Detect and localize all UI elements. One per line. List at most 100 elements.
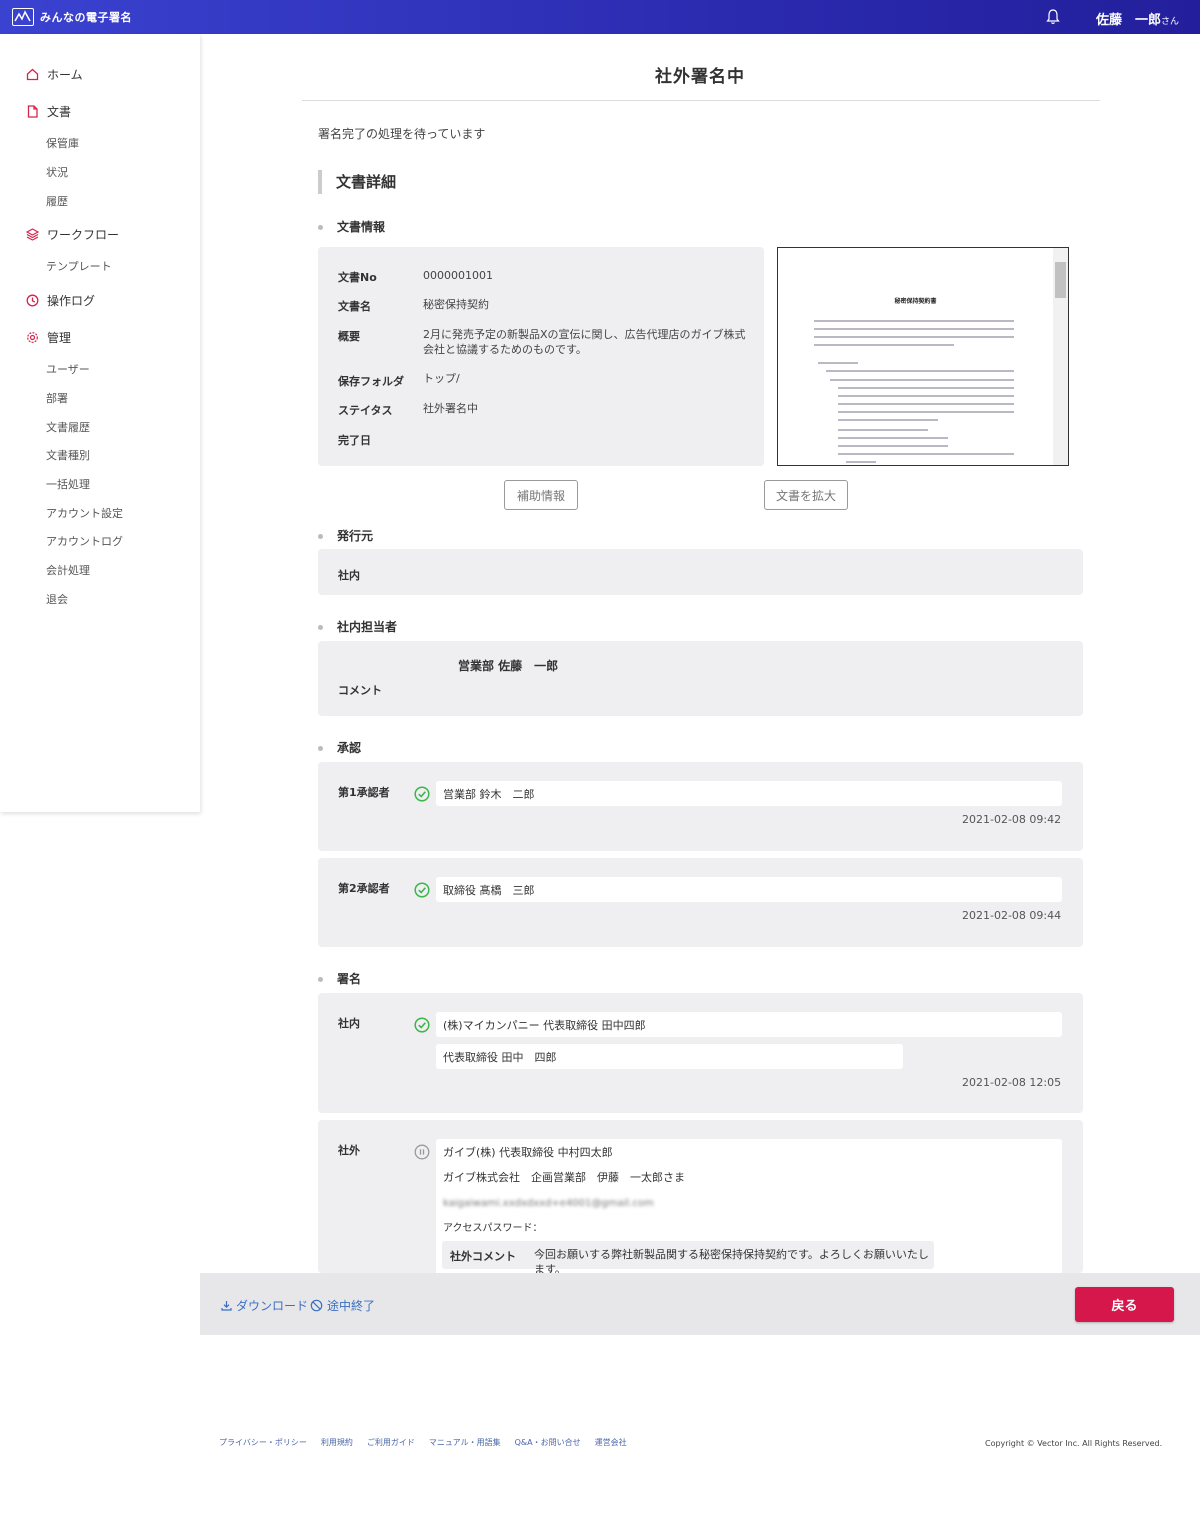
- preview-text-line: [818, 362, 858, 364]
- sidebar-item-users[interactable]: ユーザー: [46, 361, 90, 377]
- external-comment-label: 社外コメント: [450, 1250, 516, 1263]
- zoom-document-button[interactable]: 文書を拡大: [764, 480, 848, 510]
- doc-name-label: 文書名: [338, 300, 371, 313]
- footer-link-company[interactable]: 運営会社: [595, 1437, 627, 1448]
- approval-timestamp: 2021-02-08 09:42: [962, 813, 1062, 826]
- issuer-value: 社内: [338, 569, 360, 582]
- internal-owner-panel: 営業部 佐藤 一郎 コメント: [318, 641, 1083, 716]
- folder-label: 保存フォルダ: [338, 375, 404, 388]
- sidebar-item-status[interactable]: 状況: [46, 164, 68, 180]
- back-button[interactable]: 戻る: [1075, 1287, 1174, 1322]
- bell-icon[interactable]: [1046, 9, 1060, 25]
- access-password-label: アクセスパスワード：: [443, 1223, 543, 1234]
- sidebar-item-bulk[interactable]: 一括処理: [46, 476, 90, 492]
- document-preview[interactable]: 秘密保持契約書: [777, 247, 1069, 466]
- completed-label: 完了日: [338, 434, 371, 447]
- doc-no-label: 文書No: [338, 271, 377, 284]
- issuer-panel: 社内: [318, 549, 1083, 595]
- preview-scrollbar[interactable]: [1053, 248, 1068, 465]
- preview-text-line: [830, 379, 1014, 381]
- sidebar-item-history[interactable]: 履歴: [46, 193, 68, 209]
- external-contact: ガイブ株式会社 企画営業部 伊藤 一太郎さま: [443, 1171, 685, 1184]
- summary-label: 概要: [338, 330, 360, 343]
- page-title: 社外署名中: [655, 67, 745, 87]
- footer-link-faq[interactable]: Q&A・お問い合せ: [515, 1437, 581, 1448]
- issuer-heading: 発行元: [318, 527, 373, 544]
- pause-circle-icon: [414, 1144, 430, 1160]
- folder-value: トップ/: [423, 372, 460, 385]
- scrollbar-thumb[interactable]: [1055, 262, 1066, 298]
- sidebar-item-withdraw[interactable]: 退会: [46, 591, 68, 607]
- sidebar-item-departments[interactable]: 部署: [46, 390, 68, 406]
- sidebar-item-vault[interactable]: 保管庫: [46, 135, 79, 151]
- approver-name-field: 営業部 鈴木 二郎: [436, 781, 1062, 806]
- sidebar-item-workflow[interactable]: ワークフロー: [26, 226, 119, 243]
- preview-text-line: [838, 429, 928, 431]
- top-bar: みんなの電子署名 佐藤 一郎さん: [0, 0, 1200, 34]
- sidebar-item-doc-types[interactable]: 文書種別: [46, 447, 90, 463]
- approver-label: 第2承認者: [338, 882, 390, 895]
- sidebar-item-account-settings[interactable]: アカウント設定: [46, 505, 123, 521]
- check-circle-icon: [414, 882, 430, 898]
- preview-text-line: [838, 437, 948, 439]
- preview-text-line: [846, 461, 876, 463]
- check-circle-icon: [414, 1017, 430, 1033]
- sidebar-item-label: ホーム: [47, 68, 83, 82]
- preview-text-line: [838, 395, 1014, 397]
- preview-text-line: [838, 403, 1014, 405]
- doc-info-panel: 文書No 0000001001 文書名 秘密保持契約 概要 2月に発売予定の新製…: [318, 247, 764, 466]
- sidebar-item-account-log[interactable]: アカウントログ: [46, 533, 123, 549]
- approval-heading: 承認: [318, 739, 361, 756]
- status-message: 署名完了の処理を待っています: [318, 127, 486, 141]
- sidebar-item-admin[interactable]: 管理: [26, 329, 71, 346]
- sidebar-item-home[interactable]: ホーム: [26, 66, 83, 83]
- approval-timestamp: 2021-02-08 09:44: [962, 909, 1062, 922]
- external-company: ガイブ(株) 代表取締役 中村四太郎: [443, 1146, 613, 1159]
- preview-text-line: [838, 419, 938, 421]
- footer-link-guide[interactable]: ご利用ガイド: [367, 1437, 415, 1448]
- gear-icon: [26, 331, 39, 344]
- preview-text-line: [838, 453, 1014, 455]
- sidebar-item-label: 管理: [47, 331, 72, 345]
- sidebar-item-template[interactable]: テンプレート: [46, 258, 112, 274]
- internal-signer-field: 代表取締役 田中 四郎: [436, 1044, 903, 1069]
- status-label: ステイタス: [338, 404, 393, 417]
- sidebar-item-label: 文書: [47, 105, 72, 119]
- comment-label: コメント: [338, 684, 382, 697]
- sidebar-item-oplog[interactable]: 操作ログ: [26, 292, 95, 309]
- preview-text-line: [814, 328, 1014, 330]
- sidebar-item-label: 操作ログ: [47, 294, 96, 308]
- doc-no-value: 0000001001: [423, 269, 493, 282]
- footer-link-terms[interactable]: 利用規約: [321, 1437, 353, 1448]
- abort-link[interactable]: 途中終了: [310, 1297, 375, 1314]
- layers-icon: [26, 228, 39, 241]
- external-signature-label: 社外: [338, 1144, 360, 1157]
- signature-heading: 署名: [318, 970, 361, 987]
- preview-text-line: [814, 344, 954, 346]
- aux-info-button[interactable]: 補助情報: [504, 480, 578, 510]
- internal-company-field: (株)マイカンパニー 代表取締役 田中四郎: [436, 1012, 1062, 1037]
- sidebar-item-documents[interactable]: 文書: [26, 103, 71, 120]
- download-link[interactable]: ダウンロード: [221, 1297, 308, 1314]
- summary-value: 2月に発売予定の新製品Xの宣伝に関し、広告代理店のガイブ株式会社と協議するための…: [423, 328, 746, 356]
- sidebar-item-accounting[interactable]: 会計処理: [46, 562, 90, 578]
- sidebar-item-doc-history[interactable]: 文書履歴: [46, 419, 90, 435]
- signature-timestamp: 2021-02-08 12:05: [962, 1076, 1062, 1089]
- internal-owner-heading: 社内担当者: [318, 618, 397, 635]
- download-label: ダウンロード: [236, 1299, 309, 1313]
- home-icon: [26, 68, 39, 81]
- footer-link-manual[interactable]: マニュアル・用語集: [429, 1437, 501, 1448]
- user-menu[interactable]: 佐藤 一郎さん: [1096, 9, 1179, 28]
- preview-title: 秘密保持契約書: [894, 298, 937, 305]
- user-name: 佐藤 一郎: [1096, 13, 1162, 28]
- approver-card: 第2承認者 取締役 髙橋 三郎 2021-02-08 09:44: [318, 858, 1083, 947]
- download-icon: [221, 1301, 232, 1311]
- sidebar-item-label: ワークフロー: [47, 228, 120, 242]
- footer-link-privacy[interactable]: プライバシー・ポリシー: [219, 1437, 307, 1448]
- copyright: Copyright © Vector Inc. All Rights Reser…: [985, 1439, 1163, 1448]
- sidebar: ホーム 文書 保管庫 状況 履歴 ワークフロー テンプレート 操作ログ 管理 ユ…: [0, 34, 200, 812]
- external-signer-box: ガイブ(株) 代表取締役 中村四太郎 ガイブ株式会社 企画営業部 伊藤 一太郎さ…: [436, 1139, 1062, 1276]
- preview-text-line: [838, 411, 1014, 413]
- app-logo[interactable]: みんなの電子署名: [12, 8, 132, 26]
- title-divider: [302, 100, 1100, 101]
